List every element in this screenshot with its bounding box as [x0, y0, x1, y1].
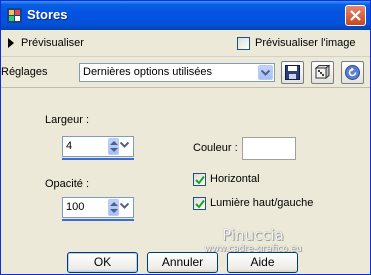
cancel-button[interactable]: Annuler: [147, 252, 218, 273]
randomize-button[interactable]: [311, 61, 334, 84]
preview-image-checkbox[interactable]: [237, 37, 250, 50]
opacity-label: Opacité :: [45, 178, 90, 190]
light-topleft-checkbox[interactable]: [193, 197, 206, 210]
dialog-footer: OK Annuler Aide: [1, 249, 370, 275]
settings-label: Réglages: [1, 66, 48, 78]
width-label: Largeur :: [45, 114, 90, 126]
preview-label[interactable]: Prévisualiser: [21, 37, 84, 49]
app-icon: [7, 8, 22, 23]
width-spinner[interactable]: 4: [62, 136, 134, 157]
dialog-window: Stores Prévisualiser Prévisualiser l'ima…: [0, 0, 371, 275]
light-topleft-label[interactable]: Lumière haut/gauche: [210, 197, 313, 209]
horizontal-checkbox[interactable]: [193, 173, 206, 186]
chevron-down-icon[interactable]: [120, 203, 129, 209]
save-icon: [285, 65, 300, 80]
dropdown-button[interactable]: [258, 65, 273, 80]
horizontal-label[interactable]: Horizontal: [210, 173, 260, 185]
save-preset-button[interactable]: [281, 61, 304, 84]
width-updown[interactable]: [108, 138, 119, 155]
chevron-down-icon: [261, 70, 270, 76]
opacity-spinner[interactable]: 100: [62, 197, 134, 218]
color-swatch[interactable]: [242, 137, 296, 160]
chevron-down-icon[interactable]: [120, 142, 129, 148]
close-icon: [350, 10, 361, 21]
preview-bar: Prévisualiser Prévisualiser l'image: [1, 30, 370, 57]
dice-icon: [315, 65, 330, 80]
width-value[interactable]: 4: [66, 140, 72, 152]
preset-value: Dernières options utilisées: [83, 66, 213, 78]
opacity-value[interactable]: 100: [66, 201, 84, 213]
preset-select[interactable]: Dernières options utilisées: [79, 63, 275, 82]
window-title: Stores: [27, 7, 68, 22]
help-button[interactable]: Aide: [227, 252, 298, 273]
checkmark-icon: [195, 199, 205, 209]
parameters-panel: Largeur : 4 Opacité : 100 Couleur : Hori…: [7, 97, 365, 240]
settings-bar: Réglages Dernières options utilisées: [1, 57, 370, 88]
width-focus-underline: [62, 158, 134, 160]
color-label: Couleur :: [193, 142, 238, 154]
title-bar[interactable]: Stores: [1, 1, 370, 30]
watermark-title: Pinuccia: [222, 226, 284, 244]
width-spinner-arrows[interactable]: [107, 137, 133, 156]
ok-button[interactable]: OK: [67, 252, 138, 273]
reset-icon: [345, 65, 360, 80]
preview-image-label[interactable]: Prévisualiser l'image: [255, 37, 356, 49]
checkmark-icon: [195, 175, 205, 185]
opacity-spinner-arrows[interactable]: [107, 198, 133, 217]
close-button[interactable]: [345, 5, 366, 26]
reset-button[interactable]: [341, 61, 364, 84]
opacity-focus-underline: [62, 219, 134, 221]
play-triangle-icon[interactable]: [8, 38, 14, 48]
opacity-updown[interactable]: [108, 199, 119, 216]
